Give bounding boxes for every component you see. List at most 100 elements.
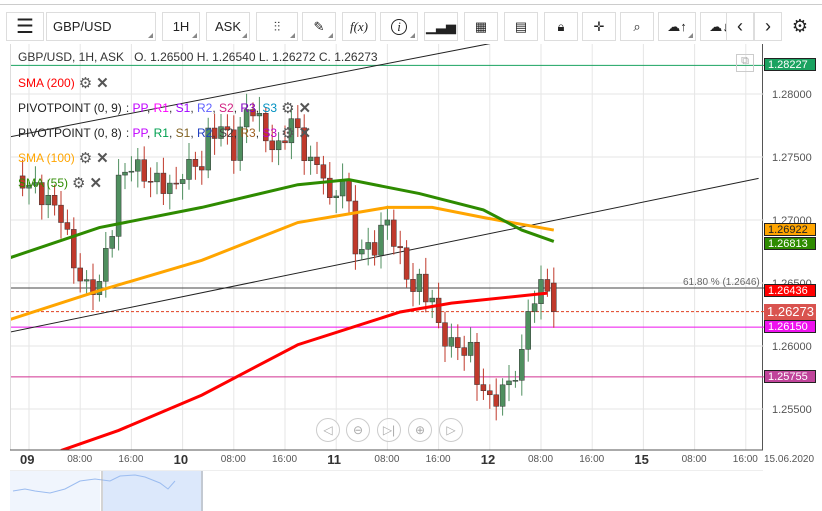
chevron-left-icon: ‹ [737, 16, 743, 36]
y-tick-label: 1.27500 [772, 152, 812, 164]
report-button[interactable]: ▤ [504, 12, 538, 41]
gear-icon[interactable]: ⚙ [281, 124, 294, 142]
cloud-upload-icon: ☁↑ [667, 18, 687, 34]
menu-button[interactable]: ☰ [6, 12, 44, 41]
gear-icon: ⚙ [791, 16, 809, 36]
zoom-out-button[interactable]: ⊖ [346, 418, 370, 442]
popout-icon: ⧉ [741, 55, 749, 67]
settings-button[interactable]: ⚙ [786, 12, 814, 41]
close-icon[interactable]: ✕ [96, 149, 109, 167]
scroll-left-button[interactable]: ‹ [726, 12, 754, 41]
close-icon[interactable]: ✕ [299, 99, 312, 117]
indicators-button[interactable]: f(x) [342, 12, 376, 41]
crosshair-icon: ✛ [593, 18, 605, 34]
candle-body [128, 170, 135, 173]
calendar-button[interactable]: ▦ [464, 12, 498, 41]
pivot-level: R3 [240, 101, 256, 115]
pivot-level: S3 [262, 126, 278, 140]
navigator-window-past [10, 471, 100, 511]
x-time-label: 16:00 [118, 454, 144, 465]
candle-body [45, 195, 51, 206]
lock-button[interactable]: 🔒︎ [544, 12, 578, 41]
candle-body [307, 156, 314, 162]
candle-body [135, 159, 141, 172]
candle-body [551, 282, 557, 312]
chevron-right-icon: › [765, 16, 771, 36]
indicator-label: SMA (100) [18, 151, 75, 165]
candle-body [186, 159, 192, 180]
x-time-label: 08:00 [681, 454, 707, 465]
price-tag: 1.26813 [764, 236, 816, 250]
zoom-in-icon: ⊕ [414, 423, 426, 437]
candle-body [147, 180, 154, 183]
candle-body [423, 273, 429, 303]
close-icon[interactable]: ✕ [299, 124, 312, 142]
indicator-legend: PIVOTPOINT (0, 8) : PP, R1, S1, R2, S2, … [18, 124, 311, 142]
candle-body [83, 279, 90, 282]
symbol-label: GBP/USD [53, 19, 112, 34]
info-button[interactable]: i [380, 12, 418, 41]
trend-line [11, 177, 759, 333]
popout-button[interactable]: ⧉ [736, 54, 754, 72]
x-time-label: 16:00 [272, 454, 298, 465]
crosshair-button[interactable]: ✛ [582, 12, 616, 41]
close-icon[interactable]: ✕ [96, 74, 109, 92]
zoom-button[interactable]: ⌕ [620, 12, 654, 41]
symbol-selector[interactable]: GBP/USD [46, 12, 156, 41]
hamburger-icon: ☰ [16, 16, 34, 38]
pencil-icon: ✎ [313, 18, 325, 34]
function-icon: f(x) [349, 18, 369, 34]
candle-body [77, 267, 83, 282]
volume-button[interactable]: ▁▃▅ [424, 12, 458, 41]
candle-body [525, 311, 531, 350]
timeframe-selector[interactable]: 1H [162, 12, 200, 41]
price-type-selector[interactable]: ASK [206, 12, 250, 41]
indicator-legend: PIVOTPOINT (0, 9) : PP, R1, S1, R2, S2, … [18, 99, 311, 117]
x-time-label: 16:00 [732, 454, 758, 465]
x-date-label: 15.06.2020 [764, 454, 815, 465]
price-tag: 1.26273 [764, 303, 816, 320]
indicator-label: SMA (55) [18, 176, 69, 190]
navigator[interactable] [10, 470, 763, 511]
candle-body [58, 204, 64, 223]
candle-body [493, 394, 499, 407]
magnifier-icon: ⌕ [633, 18, 641, 34]
candle-body [391, 219, 397, 247]
fib-label: 61.80 % (1.2646) [683, 277, 760, 288]
skip-end-icon: ▷| [382, 423, 396, 437]
y-tick-label: 1.26000 [772, 341, 812, 353]
draw-button[interactable]: ✎ [302, 12, 336, 41]
gear-icon[interactable]: ⚙ [72, 174, 85, 192]
candle-body [499, 384, 506, 407]
candle-body [467, 341, 474, 356]
candle-body [544, 279, 551, 292]
gear-icon[interactable]: ⚙ [79, 74, 92, 92]
chart-type-button[interactable]: ⫶⫶ [256, 12, 298, 41]
indicator-label: SMA (200) [18, 76, 75, 90]
candle-body [531, 303, 538, 312]
pan-left-button[interactable]: ◁ [316, 418, 340, 442]
pivot-levels: : PP, R1, S1, R2, S2, R3, S3 [125, 126, 278, 140]
candle-body [538, 279, 544, 304]
reset-button[interactable]: ▷| [377, 418, 401, 442]
zoom-in-button[interactable]: ⊕ [408, 418, 432, 442]
gear-icon[interactable]: ⚙ [79, 149, 92, 167]
candle-body [365, 242, 371, 250]
candle-body [199, 166, 205, 171]
candle-body [192, 159, 199, 167]
candle-body [480, 384, 487, 391]
candle-body [435, 297, 442, 323]
gear-icon[interactable]: ⚙ [281, 99, 294, 117]
scroll-right-button[interactable]: › [754, 12, 782, 41]
upload-button[interactable]: ☁↑ [658, 12, 696, 41]
pan-right-button[interactable]: ▷ [439, 418, 463, 442]
y-tick-label: 1.25500 [772, 404, 812, 416]
candle-body [506, 380, 512, 386]
candle-body [339, 179, 346, 197]
x-day-label: 11 [327, 452, 341, 467]
close-icon[interactable]: ✕ [89, 174, 102, 192]
indicator-label: PIVOTPOINT (0, 9) [18, 101, 122, 115]
zoom-out-icon: ⊖ [352, 423, 364, 437]
x-time-label: 16:00 [579, 454, 605, 465]
candle-body [352, 200, 359, 255]
